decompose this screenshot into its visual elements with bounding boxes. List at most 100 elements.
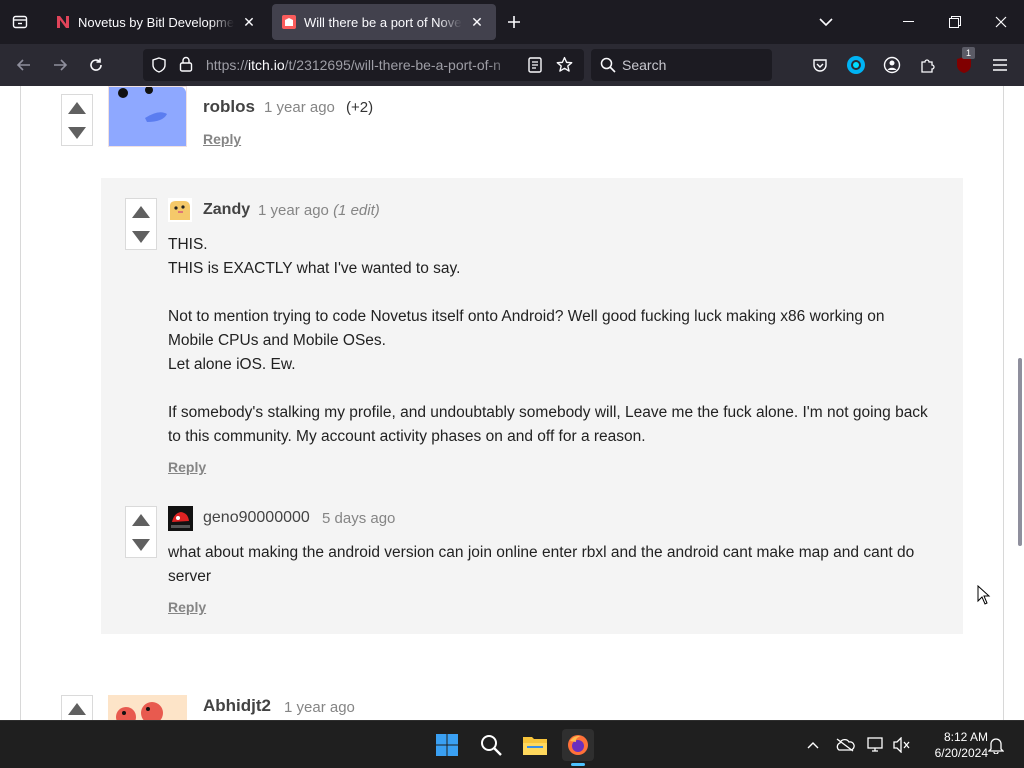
edit-note: (1 edit) — [333, 202, 380, 219]
tab-title: Will there be a port of Novetus t — [304, 14, 462, 30]
extension-badge: 1 — [962, 47, 976, 59]
reply-thread: Zandy 1 year ago (1 edit) THIS. THIS is … — [101, 178, 963, 634]
clock-time: 8:12 AM — [943, 730, 988, 744]
ublock-icon[interactable]: 1 — [952, 47, 976, 77]
active-app-indicator — [571, 763, 585, 766]
tab-novetus[interactable]: Novetus by Bitl Development St ✕ — [46, 4, 268, 40]
network-icon[interactable] — [866, 735, 886, 755]
itch-favicon-icon — [282, 15, 296, 29]
downvote-icon[interactable] — [126, 224, 156, 249]
content-border-left — [20, 86, 21, 720]
show-hidden-icons-icon[interactable] — [803, 735, 823, 755]
forward-icon[interactable] — [48, 53, 72, 77]
upvote-icon[interactable] — [62, 696, 92, 720]
navigation-bar: https://itch.io/t/2312695/will-there-be-… — [0, 44, 1024, 86]
new-tab-icon[interactable] — [502, 10, 526, 34]
list-all-tabs-icon[interactable] — [803, 0, 849, 44]
comment-line: Let alone iOS. Ew. — [168, 356, 296, 373]
comment-timestamp[interactable]: 5 days ago — [322, 510, 395, 527]
vote-widget — [125, 198, 157, 250]
system-clock[interactable]: 8:12 AM 6/20/2024 — [918, 729, 988, 761]
comment-timestamp[interactable]: 1 year ago (1 edit) — [258, 202, 380, 219]
upvote-icon[interactable] — [126, 507, 156, 532]
reply-link[interactable]: Reply — [168, 599, 206, 615]
web-page: roblos 1 year ago (+2) Reply Zandy 1 yea… — [0, 86, 1024, 720]
comment-line: server — [168, 568, 212, 585]
search-placeholder: Search — [622, 57, 667, 73]
firefox-taskbar-icon[interactable] — [562, 729, 594, 766]
novetus-favicon-icon — [56, 15, 70, 29]
comment-timestamp[interactable]: 1 year ago — [284, 699, 355, 716]
avatar[interactable] — [168, 198, 192, 222]
tab-itch-thread[interactable]: Will there be a port of Novetus t ✕ — [272, 4, 496, 40]
windows-start-icon[interactable] — [431, 729, 463, 761]
comment-line: THIS. — [168, 236, 208, 253]
comment-username[interactable]: Abhidjt2 — [203, 696, 271, 716]
comment-username[interactable]: Zandy — [203, 201, 250, 219]
restore-icon[interactable] — [932, 0, 978, 44]
hamburger-menu-icon[interactable] — [988, 53, 1012, 77]
vote-count: (+2) — [346, 99, 374, 116]
onedrive-icon[interactable] — [835, 735, 855, 755]
back-icon[interactable] — [12, 53, 36, 77]
scrollbar-thumb[interactable] — [1018, 358, 1022, 546]
close-tab-icon[interactable]: ✕ — [468, 13, 486, 31]
firefox-account-circle-icon[interactable] — [844, 53, 868, 77]
comment-line: Not to mention trying to code Novetus it… — [168, 308, 885, 325]
search-box[interactable]: Search — [591, 49, 772, 81]
address-bar[interactable]: https://itch.io/t/2312695/will-there-be-… — [143, 49, 584, 81]
comment-timestamp[interactable]: 1 year ago — [264, 99, 335, 116]
comment-line: what about making the android version ca… — [168, 544, 915, 561]
comment-username[interactable]: roblos — [203, 97, 255, 117]
avatar[interactable] — [108, 86, 187, 147]
comment-line: Mobile CPUs and Mobile OSes. — [168, 332, 386, 349]
content-border-right — [1003, 86, 1004, 720]
vote-widget — [61, 94, 93, 146]
close-tab-icon[interactable]: ✕ — [240, 13, 258, 31]
account-icon[interactable] — [880, 53, 904, 77]
vote-widget — [125, 506, 157, 558]
comment-line: THIS is EXACTLY what I've wanted to say. — [168, 260, 461, 277]
search-icon — [600, 57, 616, 78]
bookmark-star-icon[interactable] — [556, 56, 573, 78]
timestamp-text: 1 year ago — [258, 202, 329, 219]
firefox-view-icon[interactable] — [8, 10, 32, 34]
avatar[interactable] — [168, 506, 193, 531]
taskbar-search-icon[interactable] — [475, 729, 507, 761]
reader-view-icon[interactable] — [528, 57, 542, 78]
comment-line — [168, 281, 948, 305]
clock-date: 6/20/2024 — [934, 746, 988, 760]
mouse-cursor-icon — [977, 584, 991, 610]
reply-link[interactable]: Reply — [168, 459, 206, 475]
tab-title: Novetus by Bitl Development St — [78, 14, 234, 30]
extensions-icon[interactable] — [916, 53, 940, 77]
volume-muted-icon[interactable] — [892, 735, 912, 755]
comment-line: If somebody's stalking my profile, and u… — [168, 404, 928, 421]
url-text[interactable]: https://itch.io/t/2312695/will-there-be-… — [206, 57, 519, 73]
comment-line — [168, 377, 948, 401]
taskbar: 8:12 AM 6/20/2024 — [0, 720, 1024, 768]
tab-strip: Novetus by Bitl Development St ✕ Will th… — [0, 0, 1024, 44]
upvote-icon[interactable] — [126, 199, 156, 224]
avatar[interactable] — [108, 695, 187, 720]
close-window-icon[interactable] — [978, 0, 1024, 44]
upvote-icon[interactable] — [62, 95, 92, 120]
comment-body: THIS. THIS is EXACTLY what I've wanted t… — [168, 233, 948, 449]
url-host: itch.io — [248, 57, 285, 73]
comment-line: to this community. My account activity p… — [168, 428, 646, 445]
comment-username[interactable]: geno90000000 — [203, 509, 310, 527]
downvote-icon[interactable] — [126, 532, 156, 557]
pocket-icon[interactable] — [808, 53, 832, 77]
url-path: /t/2312695/will-there-be-a-port-of-n — [284, 57, 501, 73]
url-protocol: https:// — [206, 57, 249, 73]
reload-icon[interactable] — [84, 53, 108, 77]
notifications-bell-icon[interactable] — [986, 735, 1006, 755]
vote-widget — [61, 695, 93, 720]
reply-link[interactable]: Reply — [203, 131, 241, 147]
shield-icon[interactable] — [151, 57, 167, 78]
minimize-icon[interactable] — [886, 0, 932, 44]
lock-icon[interactable] — [179, 56, 193, 77]
file-explorer-icon[interactable] — [519, 729, 551, 761]
comment-body: what about making the android version ca… — [168, 541, 948, 589]
downvote-icon[interactable] — [62, 120, 92, 145]
